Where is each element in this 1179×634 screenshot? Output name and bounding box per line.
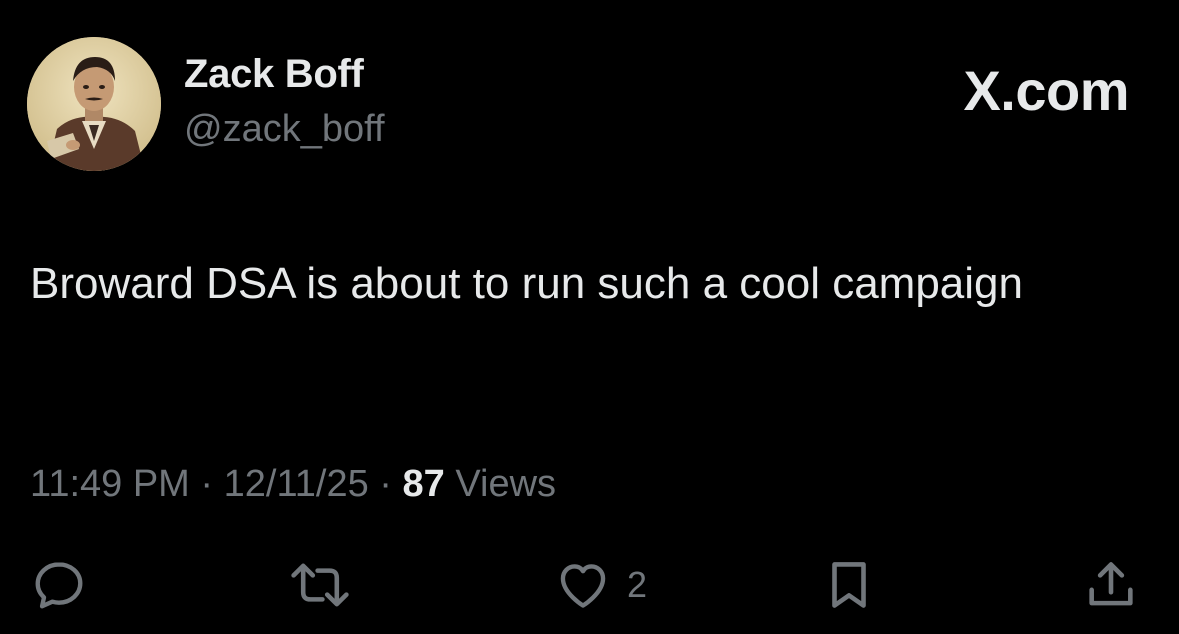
meta-separator: · (379, 463, 392, 505)
like-count: 2 (627, 564, 648, 605)
brand-watermark: X.com (963, 59, 1129, 122)
author-handle[interactable]: @zack_boff (184, 108, 385, 151)
repost-button[interactable] (284, 555, 356, 615)
reply-icon (35, 562, 83, 609)
action-bar: 2 (0, 555, 1179, 625)
share-icon (1089, 562, 1133, 606)
heart-icon (560, 564, 606, 608)
repost-icon (291, 563, 349, 607)
bookmark-button[interactable] (820, 555, 878, 615)
avatar[interactable] (27, 37, 161, 171)
share-button[interactable] (1082, 555, 1140, 615)
author-display-name[interactable]: Zack Boff (184, 52, 364, 97)
meta-separator: · (200, 463, 214, 505)
tweet-date[interactable]: 12/11/25 (224, 463, 369, 505)
views-label: Views (455, 463, 557, 505)
views-count: 87 (402, 463, 445, 505)
like-button[interactable]: 2 (553, 555, 647, 615)
bookmark-icon (832, 562, 866, 608)
reply-button[interactable] (30, 555, 88, 615)
tweet-time[interactable]: 11:49 PM (30, 463, 190, 505)
tweet-text: Broward DSA is about to run such a cool … (30, 259, 1023, 308)
tweet-meta: 11:49 PM · 12/11/25 · 87 Views (30, 463, 556, 506)
profile-photo (27, 37, 161, 171)
